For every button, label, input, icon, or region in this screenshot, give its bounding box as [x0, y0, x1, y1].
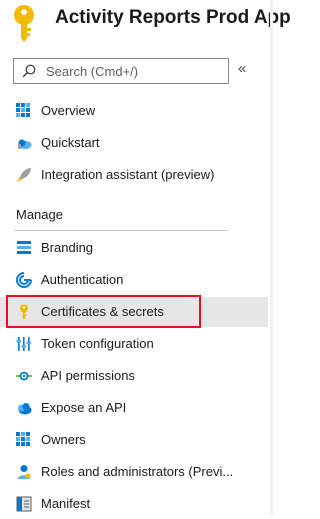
manifest-icon — [16, 496, 32, 512]
search-icon — [22, 64, 36, 78]
rocket-icon — [17, 168, 31, 182]
search-input[interactable]: Search (Cmd+/) — [46, 64, 138, 79]
nav-item-label: Branding — [41, 240, 94, 255]
nav-item-authentication[interactable]: Authentication — [0, 265, 268, 295]
roles-icon — [18, 465, 31, 479]
api-permissions-icon — [16, 371, 32, 381]
search-box[interactable]: Search (Cmd+/) — [13, 58, 229, 84]
page-title: Activity Reports Prod App — [55, 7, 291, 28]
branding-icon — [17, 241, 31, 254]
nav-item-label: Certificates & secrets — [41, 304, 164, 319]
nav-item-label: Expose an API — [41, 400, 127, 415]
nav-item-label: Integration assistant (preview) — [41, 167, 215, 182]
section-heading-manage: Manage — [16, 207, 63, 222]
scrollbar[interactable] — [270, 0, 273, 517]
nav-item-label: API permissions — [41, 368, 135, 383]
nav-item-label: Manifest — [41, 496, 91, 511]
nav-item-expose-an-api[interactable]: Expose an API — [0, 393, 268, 423]
nav-item-api-permissions[interactable]: API permissions — [0, 361, 268, 391]
overview-grid-icon — [16, 103, 30, 117]
nav-item-label: Token configuration — [41, 336, 154, 351]
authentication-icon — [16, 272, 32, 288]
nav-item-quickstart[interactable]: Quickstart — [0, 128, 268, 158]
nav-item-token-configuration[interactable]: Token configuration — [0, 329, 268, 359]
key-icon — [14, 5, 34, 42]
nav-item-label: Authentication — [41, 272, 124, 287]
nav-item-integration-assistant[interactable]: Integration assistant (preview) — [0, 160, 268, 190]
blade-header: Activity Reports Prod App — [0, 0, 291, 48]
nav-item-label: Owners — [41, 432, 86, 447]
cloud-expose-icon — [18, 403, 32, 415]
nav-item-label: Quickstart — [41, 135, 100, 150]
section-divider — [14, 230, 228, 231]
nav-item-overview[interactable]: Overview — [0, 96, 268, 126]
nav-item-branding[interactable]: Branding — [0, 233, 268, 263]
nav-item-label: Roles and administrators (Previ... — [41, 464, 234, 479]
nav-item-certificates-secrets[interactable]: Certificates & secrets — [0, 297, 268, 327]
owners-grid-icon — [16, 432, 30, 446]
nav-item-manifest[interactable]: Manifest — [0, 489, 268, 519]
nav-item-roles-and-administrators[interactable]: Roles and administrators (Previ... — [0, 457, 268, 487]
cloud-quickstart-icon — [18, 139, 32, 149]
nav-item-owners[interactable]: Owners — [0, 425, 268, 455]
collapse-menu-button[interactable]: « — [238, 60, 246, 77]
key-icon — [20, 304, 28, 319]
token-configuration-icon — [16, 337, 32, 351]
nav-item-label: Overview — [41, 103, 96, 118]
